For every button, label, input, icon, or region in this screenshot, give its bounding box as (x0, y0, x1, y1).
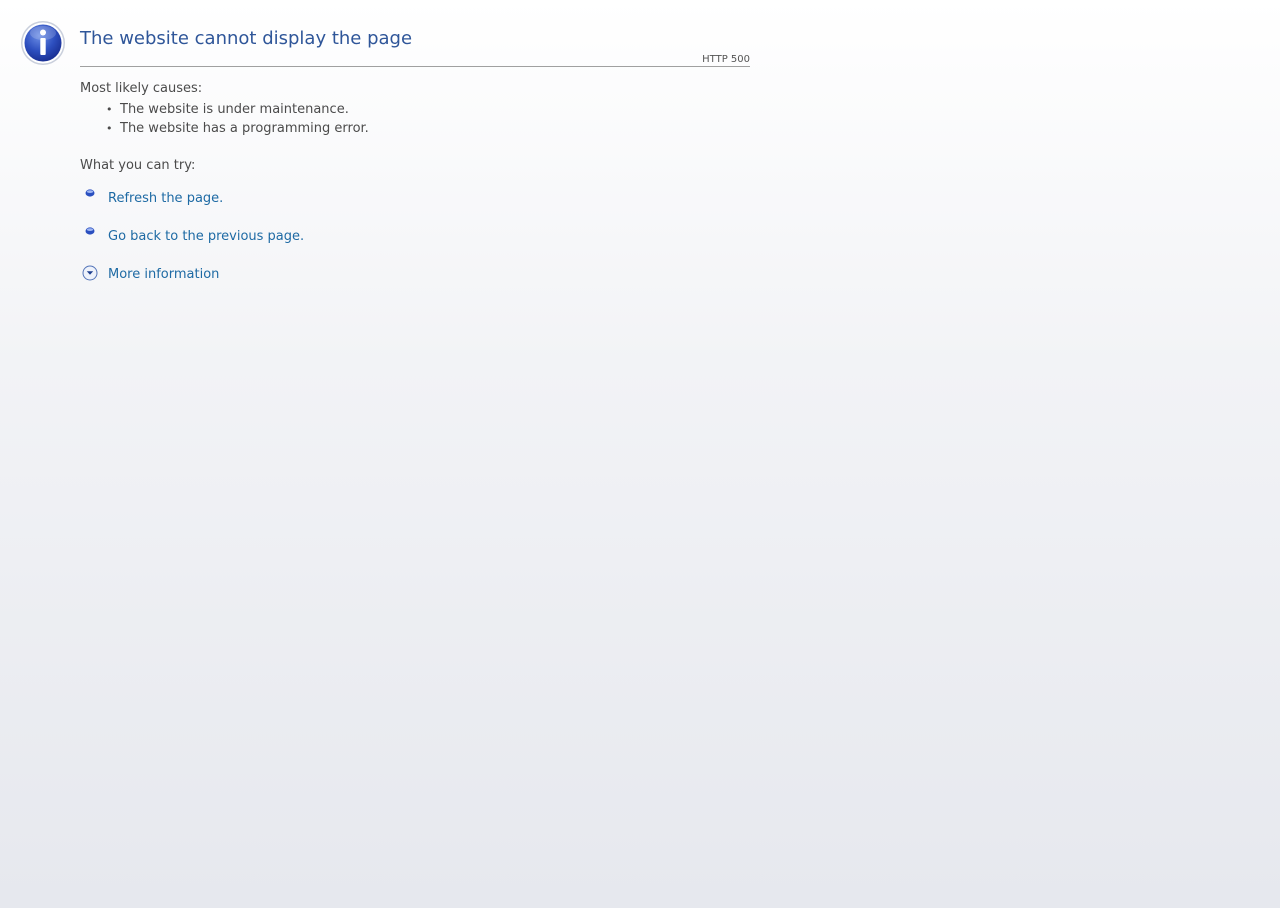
error-content: The website cannot display the page HTTP… (80, 26, 750, 301)
bullet-dot-icon: • (106, 122, 113, 135)
chevron-down-circle-icon[interactable] (82, 265, 98, 281)
blue-bullet-icon (85, 227, 95, 235)
cause-text: The website is under maintenance. (120, 102, 349, 117)
error-page: The website cannot display the page HTTP… (0, 0, 1280, 908)
title-divider: HTTP 500 (80, 54, 750, 67)
blue-bullet-icon (85, 189, 95, 197)
action-item-refresh: Refresh the page. (80, 187, 750, 225)
causes-list: • The website is under maintenance. • Th… (80, 100, 750, 138)
http-status-code: HTTP 500 (702, 54, 750, 65)
go-back-link[interactable]: Go back to the previous page. (108, 229, 304, 244)
actions-list: Refresh the page. Go back to the previou… (80, 187, 750, 301)
refresh-page-link[interactable]: Refresh the page. (108, 191, 223, 206)
action-item-back: Go back to the previous page. (80, 225, 750, 263)
cause-item: • The website has a programming error. (80, 119, 750, 138)
page-title: The website cannot display the page (80, 28, 413, 49)
bullet-dot-icon: • (106, 103, 113, 116)
cause-text: The website has a programming error. (120, 121, 369, 136)
info-icon (21, 21, 65, 65)
causes-heading: Most likely causes: (80, 81, 203, 96)
action-item-more-info: More information (80, 263, 750, 301)
more-information-link[interactable]: More information (108, 267, 219, 282)
try-heading: What you can try: (80, 158, 196, 173)
cause-item: • The website is under maintenance. (80, 100, 750, 119)
